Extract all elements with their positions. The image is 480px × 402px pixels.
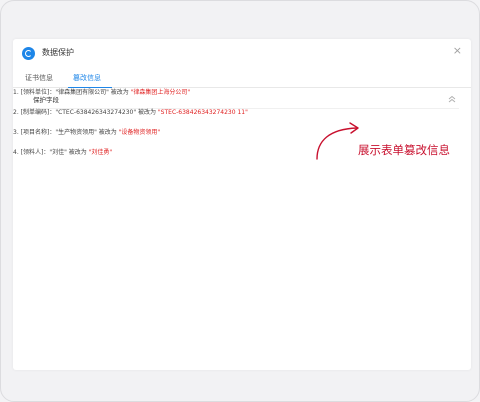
dialog-title: 数据保护 bbox=[42, 48, 74, 57]
annotation-text: 展示表单篡改信息 bbox=[358, 143, 450, 157]
changed-value: "设备物资领用" bbox=[118, 129, 161, 136]
app-logo-icon bbox=[22, 47, 35, 60]
close-icon[interactable]: × bbox=[453, 45, 462, 57]
change-description: 2. [制单编码]："CTEC-638426343274230" 被改为 bbox=[13, 109, 158, 116]
changed-value: "STEC-638426343274230 11" bbox=[157, 109, 248, 116]
list-item: 2. [制单编码]："CTEC-638426343274230" 被改为 "ST… bbox=[13, 109, 248, 116]
dialog-header: 数据保护 × bbox=[13, 39, 471, 67]
change-list: 1. [领料单位]："律森集团有限公司" 被改为 "律森集团上海分公司" 2. … bbox=[13, 89, 248, 169]
change-description: 1. [领料单位]："律森集团有限公司" 被改为 bbox=[13, 89, 131, 96]
change-description: 4. [领料人]："刘佳" 被改为 bbox=[13, 149, 89, 156]
changed-value: "刘佳勇" bbox=[88, 149, 113, 156]
change-description: 3. [项目名称]："生产物资领用" 被改为 bbox=[13, 129, 119, 136]
chevron-double-up-icon[interactable] bbox=[447, 94, 457, 104]
tab-tamper-info[interactable]: 篡改信息 bbox=[73, 74, 101, 83]
list-item: 1. [领料单位]："律森集团有限公司" 被改为 "律森集团上海分公司" bbox=[13, 89, 248, 96]
window-frame: 数据保护 × 证书信息 篡改信息 保护字段 1. [领料单位]："律森集团有限公… bbox=[0, 0, 480, 402]
changed-value: "律森集团上海分公司" bbox=[130, 89, 191, 96]
list-item: 4. [领料人]："刘佳" 被改为 "刘佳勇" bbox=[13, 149, 248, 156]
tab-bar: 证书信息 篡改信息 bbox=[13, 67, 471, 88]
tab-certificate-info[interactable]: 证书信息 bbox=[25, 74, 53, 83]
list-item: 3. [项目名称]："生产物资领用" 被改为 "设备物资领用" bbox=[13, 129, 248, 136]
